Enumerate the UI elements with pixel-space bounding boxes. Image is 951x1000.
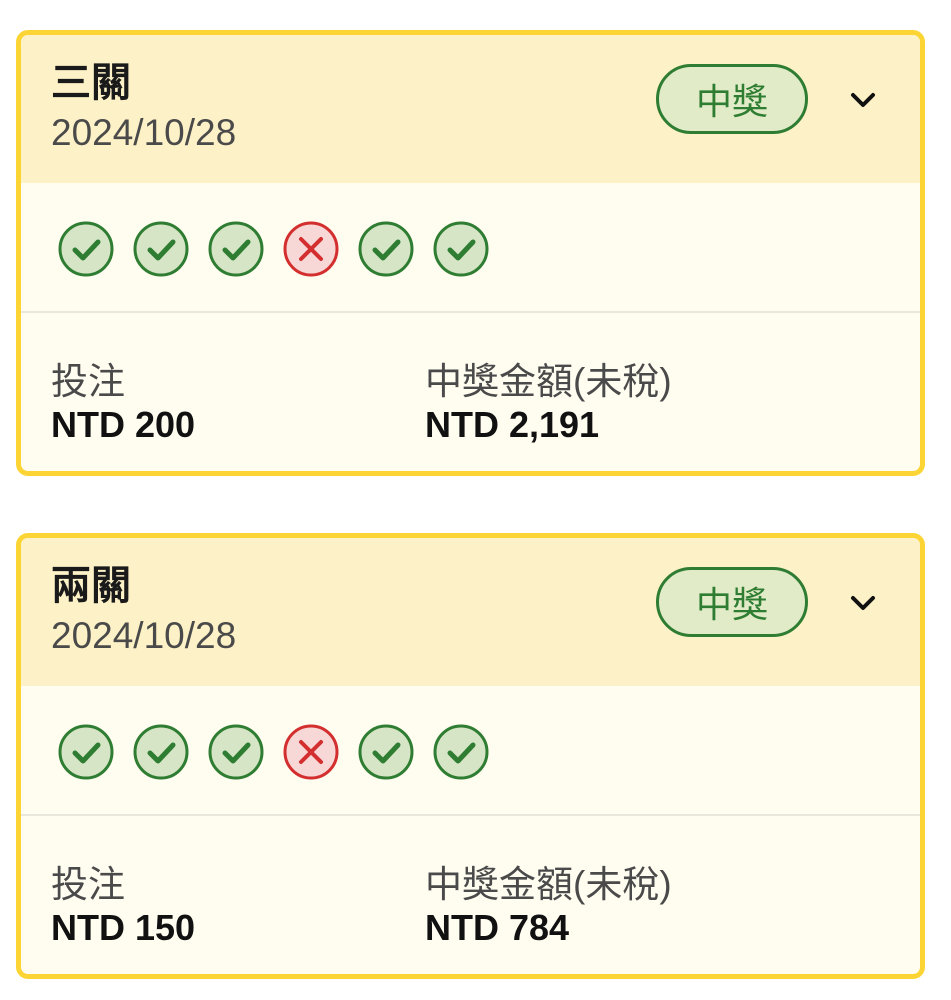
cross-circle-icon — [283, 724, 339, 780]
bet-type-title: 兩關 — [51, 564, 131, 608]
leg-results — [21, 183, 920, 313]
cross-circle-icon — [283, 221, 339, 277]
payout-value: NTD 2,191 — [425, 404, 600, 445]
check-circle-icon — [133, 221, 189, 277]
check-circle-icon — [58, 724, 114, 780]
status-badge: 中獎 — [656, 64, 808, 134]
bet-date: 2024/10/28 — [51, 615, 237, 656]
bet-card-header[interactable]: 兩關 2024/10/28 中獎 — [21, 538, 920, 686]
check-circle-icon — [58, 221, 114, 277]
stake-label: 投注 — [51, 864, 125, 905]
check-circle-icon — [433, 724, 489, 780]
check-circle-icon — [433, 221, 489, 277]
check-circle-icon — [358, 221, 414, 277]
bet-card: 兩關 2024/10/28 中獎 投注 NTD 150 中獎金額(未稅) NTD… — [16, 533, 925, 979]
stake-label: 投注 — [51, 361, 125, 402]
bet-card-header[interactable]: 三關 2024/10/28 中獎 — [21, 35, 920, 183]
chevron-down-icon[interactable] — [847, 89, 879, 113]
check-circle-icon — [133, 724, 189, 780]
stake-value: NTD 150 — [51, 907, 196, 948]
check-circle-icon — [208, 724, 264, 780]
status-badge-label: 中獎 — [695, 81, 768, 122]
status-badge: 中獎 — [656, 567, 808, 637]
payout-label: 中獎金額(未稅) — [425, 864, 672, 905]
bet-stats: 投注 NTD 150 中獎金額(未稅) NTD 784 — [21, 816, 920, 974]
leg-results — [21, 686, 920, 816]
bet-date: 2024/10/28 — [51, 112, 237, 153]
check-circle-icon — [208, 221, 264, 277]
payout-value: NTD 784 — [425, 907, 570, 948]
stake-value: NTD 200 — [51, 404, 196, 445]
bet-card: 三關 2024/10/28 中獎 投注 NTD 200 中獎金額(未稅) NTD… — [16, 30, 925, 476]
payout-label: 中獎金額(未稅) — [425, 361, 672, 402]
bet-stats: 投注 NTD 200 中獎金額(未稅) NTD 2,191 — [21, 313, 920, 471]
chevron-down-icon[interactable] — [847, 592, 879, 616]
bet-type-title: 三關 — [51, 61, 131, 105]
check-circle-icon — [358, 724, 414, 780]
status-badge-label: 中獎 — [695, 584, 768, 625]
